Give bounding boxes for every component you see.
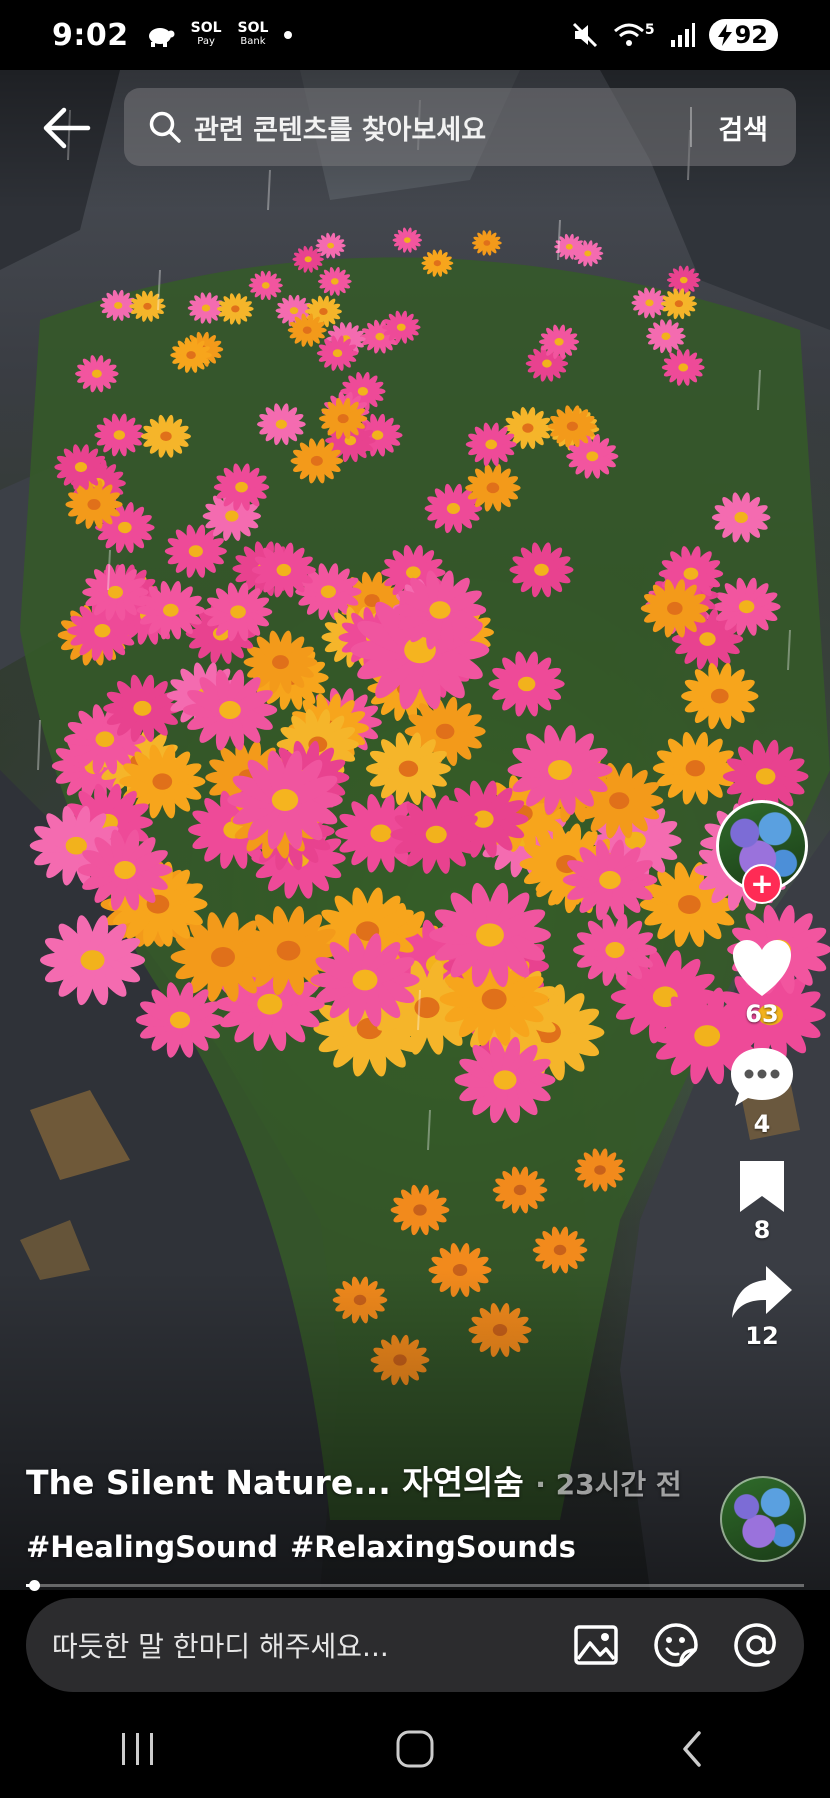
back-button[interactable] — [662, 1724, 722, 1774]
image-icon[interactable] — [572, 1621, 620, 1669]
comment-count: 4 — [753, 1110, 771, 1138]
battery-level: 92 — [734, 21, 768, 49]
clock: 9:02 — [52, 17, 129, 53]
search-input[interactable]: 관련 콘텐츠를 찾아보세요 — [194, 108, 690, 147]
hashtag-list: #HealingSound #RelaxingSounds — [26, 1530, 706, 1564]
author-name[interactable]: The Silent Nature... 자연의숨 — [26, 1463, 524, 1502]
share-arrow-icon — [732, 1266, 792, 1318]
signal-icon — [670, 23, 695, 47]
charging-bolt-icon — [717, 24, 732, 46]
notification-dot-icon — [284, 31, 293, 39]
video-background[interactable] — [0, 70, 830, 1590]
video-progress-bar[interactable] — [26, 1580, 804, 1591]
home-button[interactable] — [385, 1724, 445, 1774]
search-button[interactable]: 검색 — [718, 108, 768, 147]
system-navigation-bar — [0, 1700, 830, 1798]
battery-indicator: 92 — [708, 19, 778, 51]
sol-bank-icon: SOL Bank — [237, 20, 269, 47]
share-button[interactable]: 12 — [712, 1264, 812, 1350]
search-icon — [149, 111, 181, 143]
bookmark-icon — [740, 1161, 784, 1212]
sticker-icon[interactable] — [652, 1621, 700, 1669]
home-icon — [396, 1730, 434, 1768]
chevron-left-icon — [682, 1731, 701, 1767]
progress-knob[interactable] — [28, 1580, 40, 1591]
recent-apps-icon — [122, 1733, 154, 1765]
heart-icon — [732, 940, 792, 996]
recent-apps-button[interactable] — [108, 1724, 168, 1774]
save-count: 8 — [753, 1216, 771, 1244]
share-count: 12 — [745, 1322, 779, 1350]
search-bar[interactable]: 관련 콘텐츠를 찾아보세요 검색 — [124, 88, 796, 166]
comment-button[interactable]: 4 — [712, 1046, 812, 1138]
action-column: + 63 4 8 12 — [712, 800, 812, 1350]
video-caption: The Silent Nature... 자연의숨 · 23시간 전 #Heal… — [26, 1456, 706, 1564]
like-button[interactable]: 63 — [712, 938, 812, 1028]
turtle-icon — [148, 28, 175, 47]
status-bar: 9:02 SOL Pay SOL Bank 5 92 — [0, 0, 830, 70]
search-divider — [690, 107, 693, 147]
comment-bar[interactable]: 따듯한 말 한마디 해주세요... — [26, 1598, 804, 1692]
wifi-icon: 5 — [613, 22, 655, 48]
arrow-left-icon[interactable] — [40, 104, 92, 152]
hashtag[interactable]: #RelaxingSounds — [290, 1530, 576, 1564]
comment-input[interactable]: 따듯한 말 한마디 해주세요... — [52, 1625, 540, 1665]
network-type-label: 5 — [644, 22, 655, 38]
follow-button[interactable]: + — [742, 864, 782, 904]
mute-icon — [572, 22, 597, 48]
like-count: 63 — [745, 1000, 779, 1028]
at-sign-icon[interactable] — [732, 1621, 780, 1669]
post-time: · 23시간 전 — [535, 1468, 682, 1501]
music-disc[interactable] — [720, 1476, 806, 1562]
hashtag[interactable]: #HealingSound — [26, 1530, 278, 1564]
sol-pay-icon: SOL Pay — [190, 20, 222, 47]
save-button[interactable]: 8 — [712, 1158, 812, 1244]
speech-bubble-icon — [731, 1048, 793, 1106]
